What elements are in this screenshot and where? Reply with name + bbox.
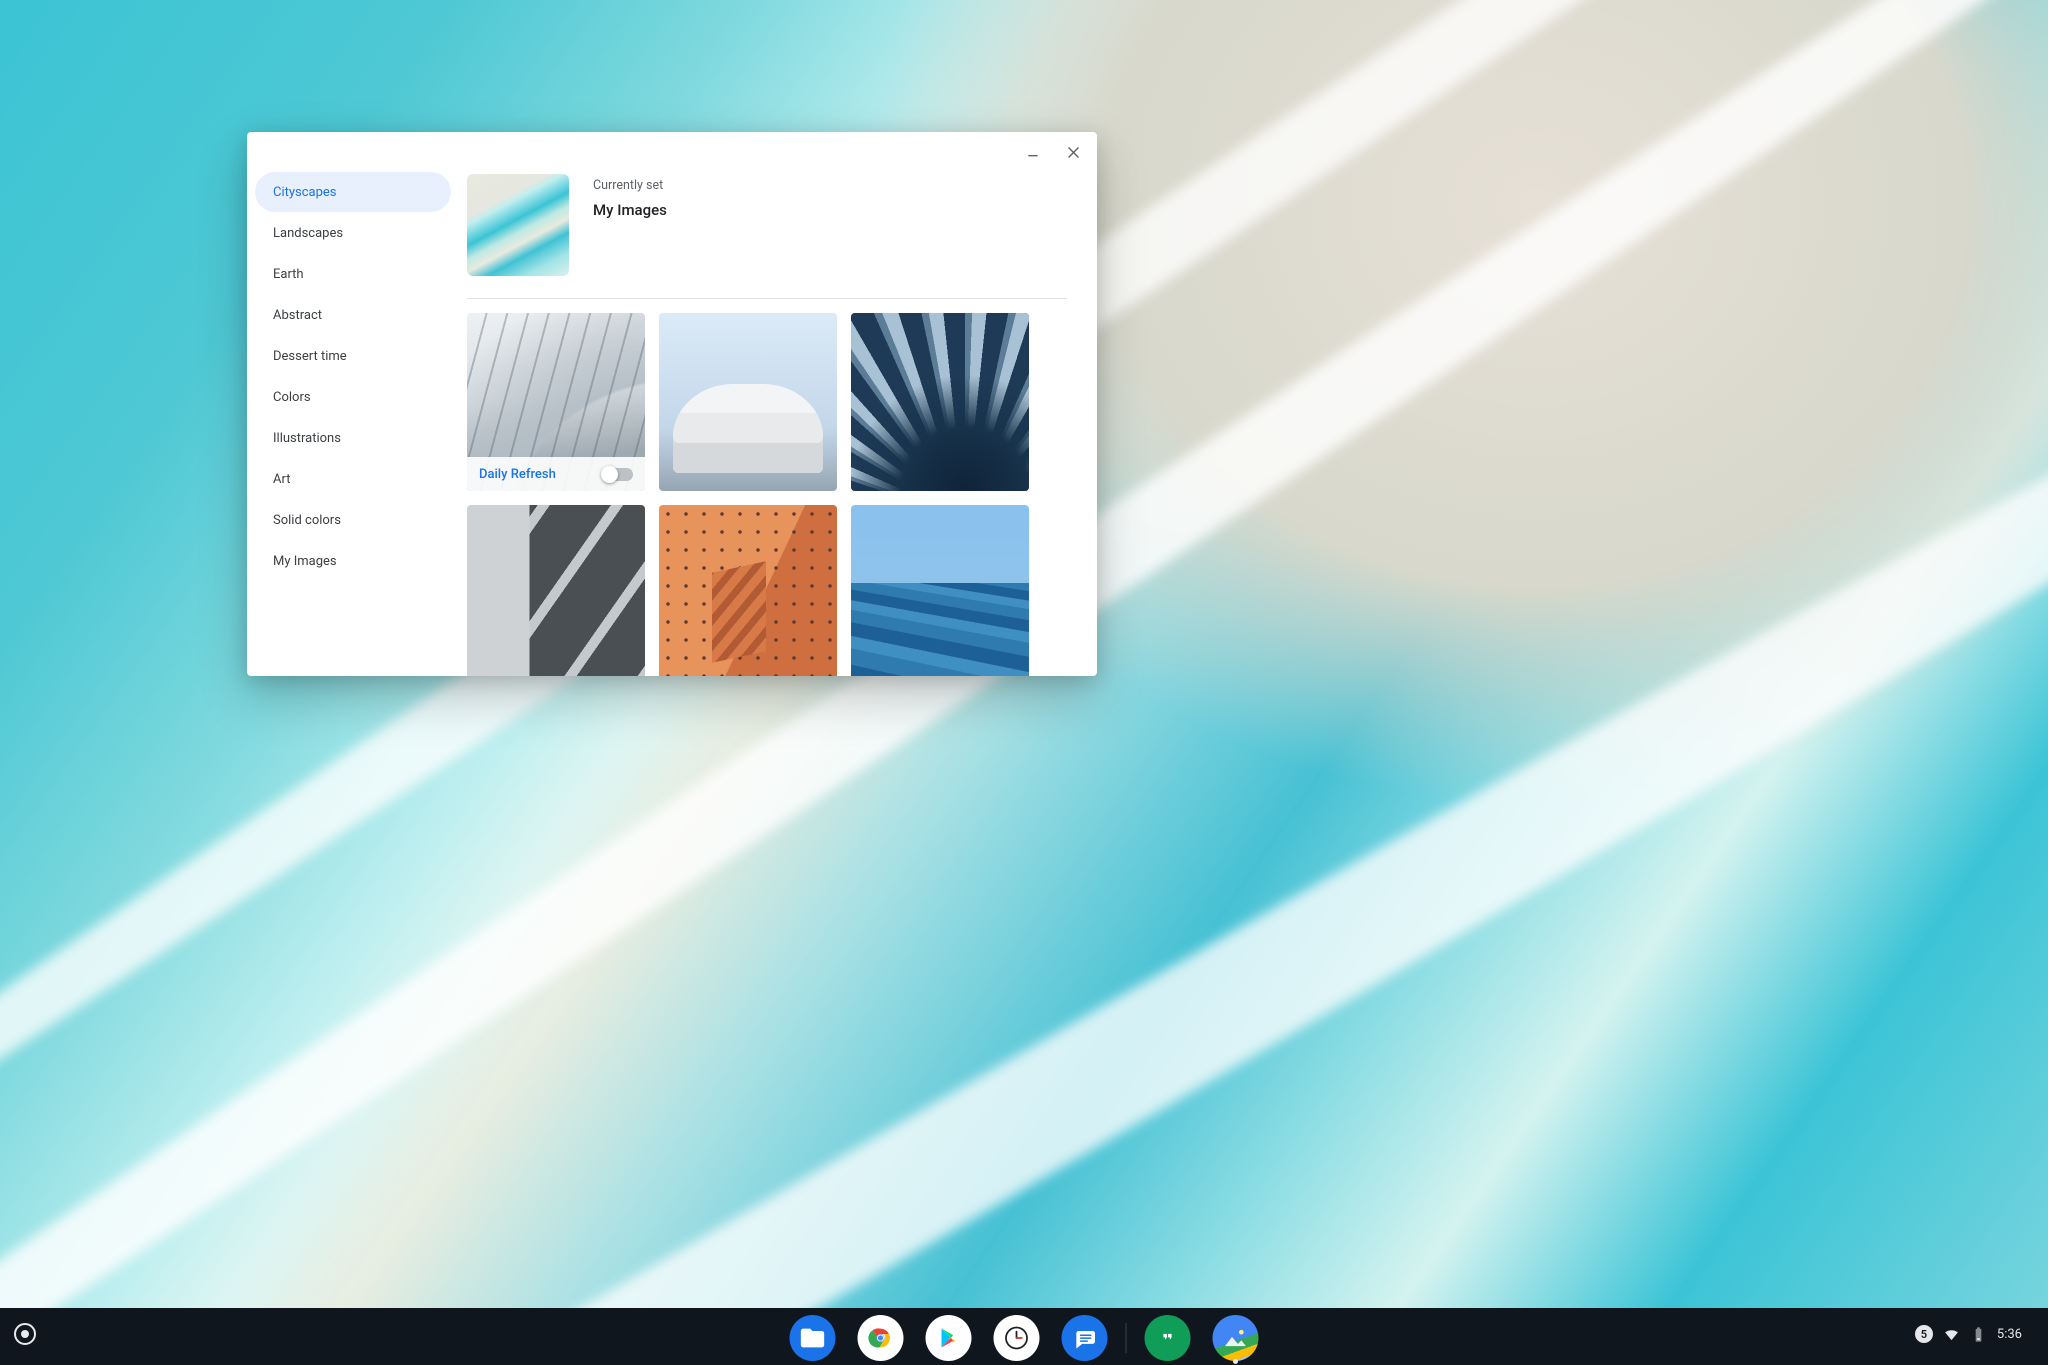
app-chrome[interactable] [858,1315,904,1361]
sidebar-item-landscapes[interactable]: Landscapes [255,213,451,253]
sidebar-item-label: Earth [273,267,304,282]
daily-refresh-label: Daily Refresh [479,467,556,482]
sidebar-item-my-images[interactable]: My Images [255,541,451,581]
sidebar-item-label: Dessert time [273,349,347,364]
sidebar-item-label: Colors [273,390,311,405]
clock-time: 5:36 [1997,1327,2022,1342]
active-app-indicator [1233,1359,1238,1364]
sidebar-item-cityscapes[interactable]: Cityscapes [255,172,451,212]
app-messages[interactable] [1062,1315,1108,1361]
launcher-button[interactable] [14,1323,36,1345]
currently-set-label: Currently set [593,178,667,193]
notification-badge: 5 [1915,1325,1933,1343]
app-clock[interactable] [994,1315,1040,1361]
sidebar-item-label: Abstract [273,308,322,323]
sidebar-item-earth[interactable]: Earth [255,254,451,294]
clock-icon [1003,1324,1031,1352]
sidebar-item-dessert-time[interactable]: Dessert time [255,336,451,376]
divider [467,298,1067,299]
sidebar-item-label: Cityscapes [273,185,337,200]
content-area: Currently set My Images Daily Refresh [459,170,1097,676]
app-files[interactable] [790,1315,836,1361]
wallpaper-tile[interactable] [851,505,1029,676]
sidebar-item-label: Landscapes [273,226,343,241]
wallpaper-picker-window: Cityscapes Landscapes Earth Abstract Des… [247,132,1097,676]
wallpaper-tile[interactable] [659,313,837,491]
folder-icon [799,1324,827,1352]
close-button[interactable] [1057,135,1089,167]
current-wallpaper-header: Currently set My Images [467,172,1067,298]
shelf: 5 5:36 [0,1303,2048,1365]
sidebar-item-abstract[interactable]: Abstract [255,295,451,335]
sidebar-item-label: My Images [273,554,337,569]
chrome-icon [867,1324,895,1352]
wallpaper-tile-daily-refresh[interactable]: Daily Refresh [467,313,645,491]
messages-icon [1071,1324,1099,1352]
wallpaper-tile[interactable] [659,505,837,676]
app-hangouts[interactable] [1145,1315,1191,1361]
wallpaper-icon [1222,1324,1250,1352]
shelf-apps [790,1315,1259,1361]
play-icon [935,1324,963,1352]
battery-icon [1970,1326,1987,1343]
sidebar-item-solid-colors[interactable]: Solid colors [255,500,451,540]
sidebar-item-label: Art [273,472,290,487]
window-titlebar [247,132,1097,170]
shelf-separator [1126,1323,1127,1353]
currently-set-value: My Images [593,201,667,219]
category-sidebar: Cityscapes Landscapes Earth Abstract Des… [247,170,459,676]
sidebar-item-art[interactable]: Art [255,459,451,499]
status-tray[interactable]: 5 5:36 [1903,1320,2034,1348]
daily-refresh-bar: Daily Refresh [467,457,645,491]
daily-refresh-toggle[interactable] [603,468,633,481]
sidebar-item-colors[interactable]: Colors [255,377,451,417]
minimize-button[interactable] [1017,135,1049,167]
wallpaper-tile[interactable] [467,505,645,676]
sidebar-item-label: Solid colors [273,513,341,528]
sidebar-item-label: Illustrations [273,431,341,446]
hangouts-icon [1154,1324,1182,1352]
sidebar-item-illustrations[interactable]: Illustrations [255,418,451,458]
wallpaper-tile[interactable] [851,313,1029,491]
wifi-icon [1943,1326,1960,1343]
app-play-store[interactable] [926,1315,972,1361]
wallpaper-grid: Daily Refresh [467,313,1067,676]
app-wallpaper[interactable] [1213,1315,1259,1361]
current-wallpaper-thumbnail [467,174,569,276]
